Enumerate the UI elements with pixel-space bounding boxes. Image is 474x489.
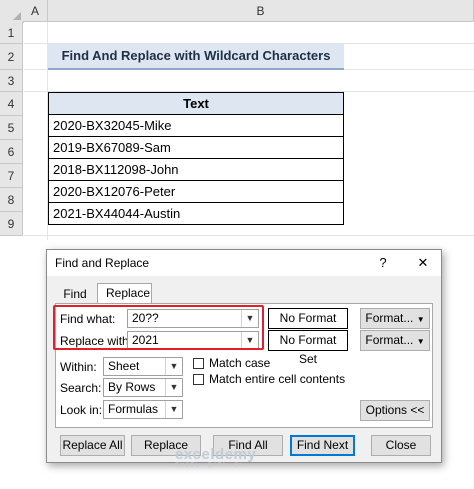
row-header-2[interactable]: 2 (0, 44, 23, 70)
annotation-highlight-box (53, 305, 264, 350)
dialog-title: Find and Replace (55, 256, 150, 270)
within-label: Within: (60, 360, 97, 374)
table-cell[interactable]: 2018-BX112098-John (48, 158, 344, 181)
select-all-corner[interactable] (0, 0, 24, 23)
close-icon[interactable]: ✕ (413, 254, 433, 272)
replace-format-preview: No Format Set (268, 330, 348, 366)
row-header-7[interactable]: 7 (0, 164, 23, 188)
help-button[interactable]: ? (373, 254, 393, 272)
dialog-titlebar[interactable]: Find and Replace ? ✕ (47, 250, 441, 276)
table-cell[interactable]: 2019-BX67089-Sam (48, 136, 344, 159)
row-header-5[interactable]: 5 (0, 116, 23, 140)
within-select[interactable]: Sheet ▼ (103, 357, 183, 376)
match-entire-checkbox[interactable] (193, 374, 204, 385)
data-table: Text 2020-BX32045-Mike 2019-BX67089-Sam … (48, 92, 344, 225)
look-in-value: Formulas (108, 402, 159, 416)
search-label: Search: (60, 381, 102, 395)
row-header-1[interactable]: 1 (0, 22, 23, 44)
find-replace-dialog: Find and Replace ? ✕ Find Replace Find w… (46, 249, 442, 463)
row-header-4[interactable]: 4 (0, 92, 23, 116)
table-cell[interactable]: 2020-BX12076-Peter (48, 180, 344, 203)
tab-find[interactable]: Find (55, 285, 95, 304)
replace-format-button[interactable]: Format... ▼ (360, 330, 430, 351)
row-header-9[interactable]: 9 (0, 212, 23, 236)
dropdown-arrow-icon: ▼ (416, 315, 425, 324)
replace-all-button[interactable]: Replace All (60, 435, 125, 456)
chevron-down-icon[interactable]: ▼ (165, 379, 182, 396)
find-format-preview: No Format Set (268, 308, 348, 344)
watermark-tagline: EXCEL · DATA · BI (175, 463, 243, 469)
chevron-down-icon[interactable]: ▼ (165, 401, 182, 418)
row-header-3[interactable]: 3 (0, 70, 23, 92)
column-header-a[interactable]: A (23, 0, 48, 22)
select-all-triangle-icon (13, 12, 21, 20)
table-cell[interactable]: 2021-BX44044-Austin (48, 202, 344, 225)
gridline (24, 235, 474, 236)
find-format-button-label: Format... (365, 311, 414, 325)
find-format-button[interactable]: Format... ▼ (360, 308, 430, 329)
options-button[interactable]: Options << (360, 400, 430, 421)
dropdown-arrow-icon: ▼ (416, 337, 425, 346)
match-case-checkbox[interactable] (193, 358, 204, 369)
replace-format-button-label: Format... (365, 333, 414, 347)
look-in-select[interactable]: Formulas ▼ (103, 400, 183, 419)
watermark-name: exceldemy (175, 446, 257, 463)
row-header-6[interactable]: 6 (0, 140, 23, 164)
within-value: Sheet (108, 359, 140, 373)
look-in-label: Look in: (60, 403, 103, 417)
tab-replace[interactable]: Replace (97, 283, 152, 304)
find-next-button[interactable]: Find Next (290, 435, 355, 456)
close-button[interactable]: Close (371, 435, 431, 456)
table-cell[interactable]: 2020-BX32045-Mike (48, 114, 344, 137)
row-header-8[interactable]: 8 (0, 188, 23, 212)
chevron-down-icon[interactable]: ▼ (165, 358, 182, 375)
column-header-b[interactable]: B (48, 0, 474, 22)
search-value: By Rows (108, 380, 156, 394)
table-header-cell[interactable]: Text (48, 92, 344, 115)
watermark: exceldemy EXCEL · DATA · BI (175, 446, 256, 469)
search-select[interactable]: By Rows ▼ (103, 378, 183, 397)
match-entire-label[interactable]: Match entire cell contents (209, 372, 345, 386)
match-case-label[interactable]: Match case (209, 356, 270, 370)
sheet-title-cell[interactable]: Find And Replace with Wildcard Character… (48, 44, 344, 70)
